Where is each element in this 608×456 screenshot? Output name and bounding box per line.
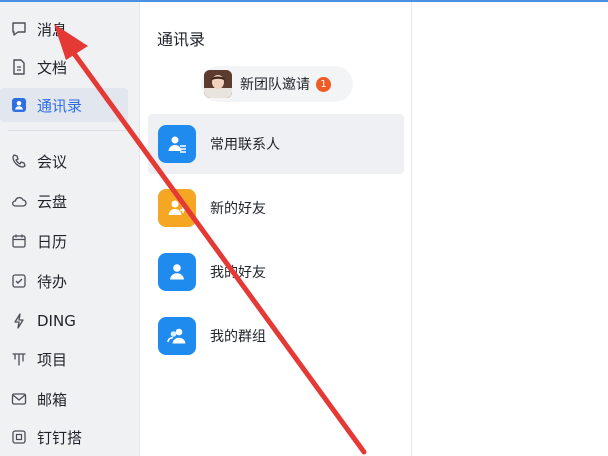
- contacts-panel: 通讯录 新团队邀请 1 常用联系人 新的好友 我的好友 我的群组: [140, 2, 412, 456]
- sidebar: 消息 文档 通讯录 会议 云盘 日历 待办 DING 项目 邮箱 钉钉搭: [0, 2, 140, 456]
- sidebar-item-label: 日历: [37, 232, 68, 251]
- my-groups-icon: [158, 317, 196, 355]
- sidebar-divider: [8, 130, 126, 131]
- new-friend-icon: [158, 189, 196, 227]
- chat-bubble-icon: [10, 20, 28, 38]
- cloud-icon: [10, 192, 28, 210]
- builder-icon: [10, 428, 28, 446]
- checkbox-icon: [10, 272, 28, 290]
- sidebar-item-cloud-drive[interactable]: 云盘: [0, 184, 128, 218]
- sidebar-item-label: 邮箱: [37, 390, 68, 409]
- sidebar-item-todo[interactable]: 待办: [0, 264, 128, 298]
- contact-group-label: 新的好友: [210, 201, 266, 217]
- document-icon: [10, 58, 28, 76]
- phone-icon: [10, 152, 28, 170]
- content-panel: [412, 2, 608, 456]
- contact-group-label: 常用联系人: [210, 137, 280, 153]
- project-icon: [10, 350, 28, 368]
- sidebar-item-meeting[interactable]: 会议: [0, 144, 128, 178]
- sidebar-item-label: 钉钉搭: [37, 428, 83, 447]
- sidebar-item-project[interactable]: 项目: [0, 342, 128, 376]
- contacts-icon: [10, 96, 28, 114]
- sidebar-item-messages[interactable]: 消息: [0, 12, 128, 46]
- calendar-icon: [10, 232, 28, 250]
- notification-badge: 1: [316, 76, 331, 92]
- sidebar-item-dingda[interactable]: 钉钉搭: [0, 420, 128, 454]
- sidebar-item-label: 云盘: [37, 192, 68, 211]
- mail-icon: [10, 390, 28, 408]
- contact-group-label: 我的群组: [210, 329, 266, 345]
- my-friends-icon: [158, 253, 196, 291]
- contact-group-frequent[interactable]: 常用联系人: [148, 114, 404, 174]
- sidebar-item-docs[interactable]: 文档: [0, 50, 128, 84]
- new-team-invite-button[interactable]: 新团队邀请 1: [201, 66, 353, 102]
- sidebar-item-label: DING: [37, 312, 76, 330]
- frequent-contacts-icon: [158, 125, 196, 163]
- sidebar-item-mail[interactable]: 邮箱: [0, 382, 128, 416]
- sidebar-item-ding[interactable]: DING: [0, 304, 128, 338]
- sidebar-item-label: 消息: [37, 20, 68, 39]
- invite-label: 新团队邀请: [240, 77, 310, 93]
- sidebar-item-contacts[interactable]: 通讯录: [0, 88, 128, 122]
- contact-group-new-friends[interactable]: 新的好友: [148, 178, 404, 238]
- sidebar-item-label: 待办: [37, 272, 68, 291]
- contact-group-my-groups[interactable]: 我的群组: [148, 306, 404, 366]
- sidebar-item-label: 项目: [37, 350, 68, 369]
- sidebar-item-label: 文档: [37, 58, 68, 77]
- sidebar-item-label: 会议: [37, 152, 68, 171]
- sidebar-item-label: 通讯录: [37, 96, 83, 115]
- avatar: [204, 70, 232, 98]
- contact-group-my-friends[interactable]: 我的好友: [148, 242, 404, 302]
- sidebar-item-calendar[interactable]: 日历: [0, 224, 128, 258]
- lightning-icon: [10, 312, 28, 330]
- page-title: 通讯录: [157, 30, 206, 49]
- contact-group-label: 我的好友: [210, 265, 266, 281]
